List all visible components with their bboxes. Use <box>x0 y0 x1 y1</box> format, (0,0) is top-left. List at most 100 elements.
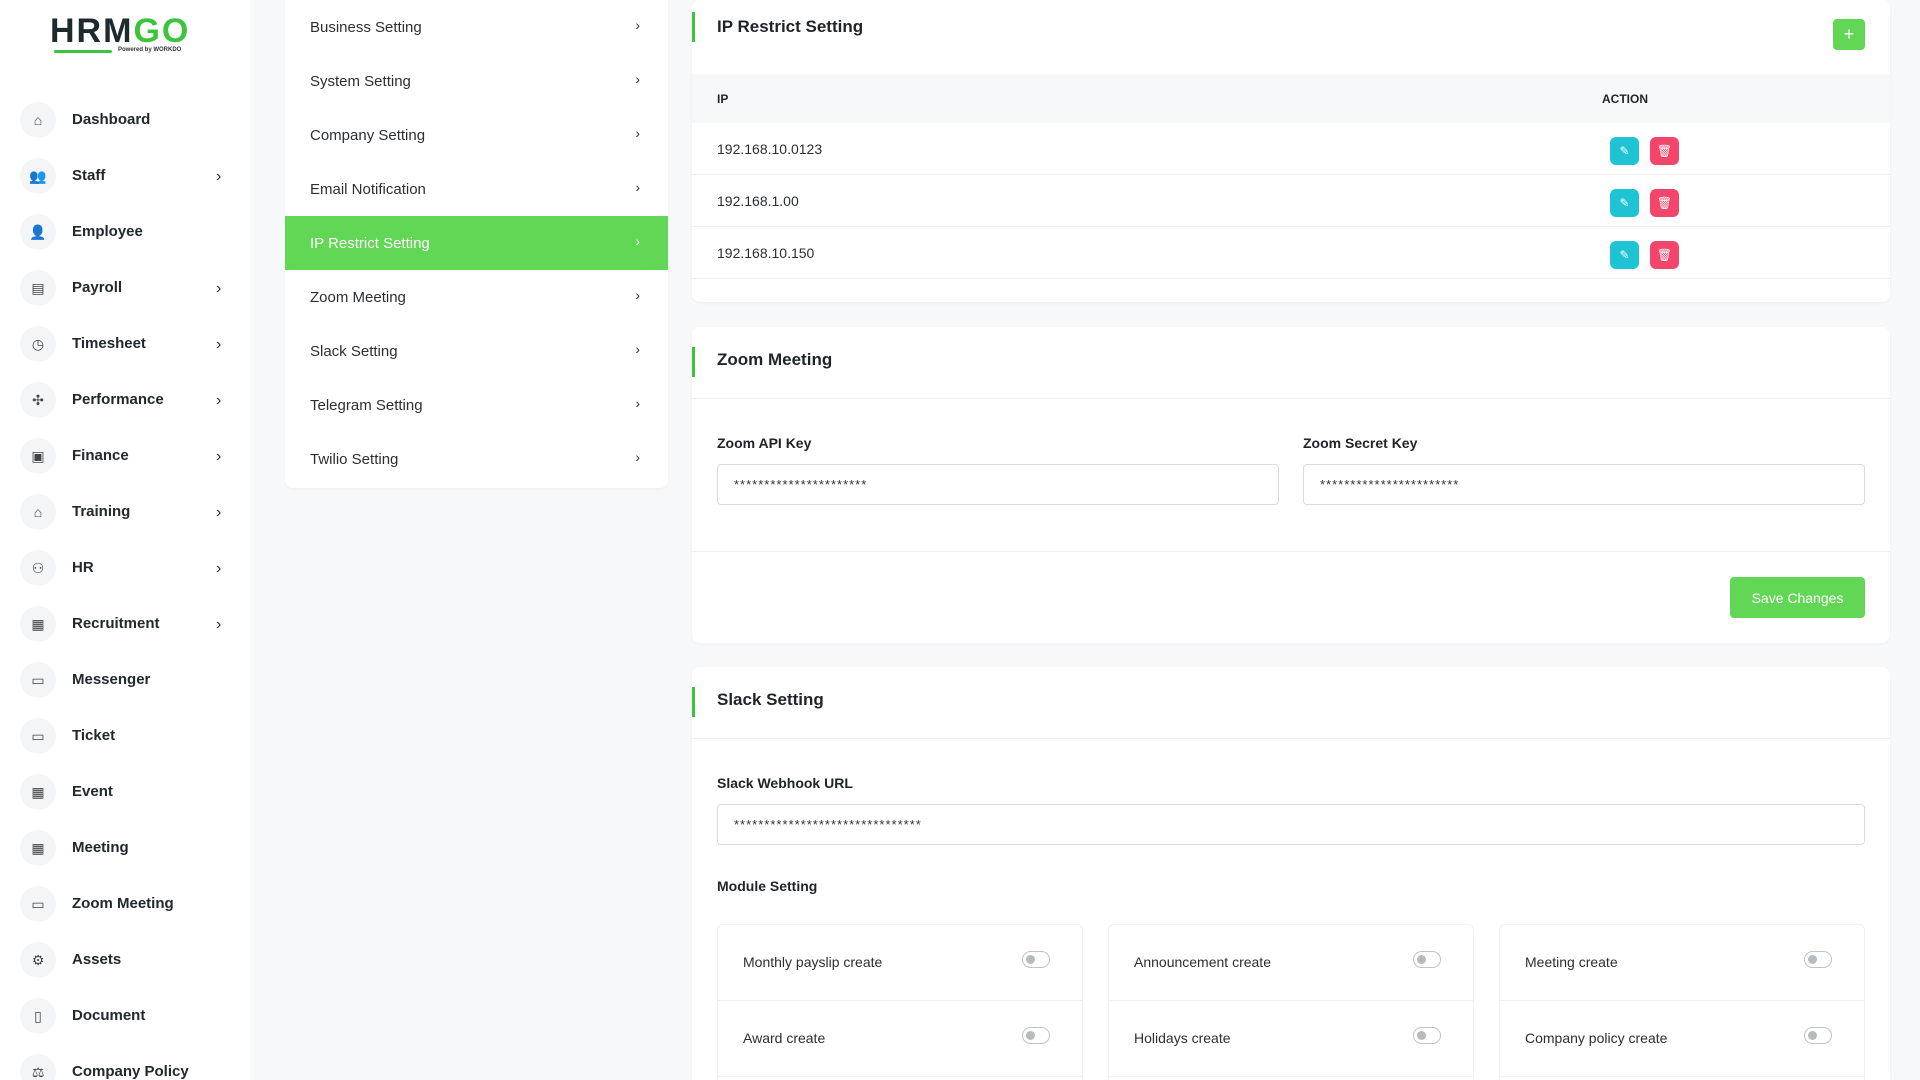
sidebar-item-hr[interactable]: ⚇ HR › <box>20 546 235 602</box>
submenu-item-ip-restrict-setting[interactable]: IP Restrict Setting › <box>285 216 668 270</box>
module-row: Holidays create <box>1109 1001 1473 1077</box>
submenu-item-slack-setting[interactable]: Slack Setting › <box>285 324 668 378</box>
slack-webhook-input[interactable] <box>717 804 1865 845</box>
submenu-item-label: Email Notification <box>310 180 426 198</box>
policy-icon: ⚖ <box>20 1054 56 1080</box>
card-header: IP Restrict Setting + <box>692 0 1890 74</box>
sidebar: HRMGO Powered by WORKDO ⌂ Dashboard 👥 Staff… <box>0 0 250 1080</box>
ip-table: IP ACTION 192.168.10.0123 ✎ 🗑 192.168.1.00 ✎… <box>692 74 1890 279</box>
submenu-item-label: Slack Setting <box>310 342 398 360</box>
logo-text: HRMGO <box>50 12 191 50</box>
module-toggle[interactable] <box>1804 951 1832 968</box>
users-icon: 👥 <box>20 158 56 194</box>
module-column: Announcement create Holidays create <box>1108 924 1474 1080</box>
sidebar-item-timesheet[interactable]: ◷ Timesheet › <box>20 322 235 378</box>
sidebar-item-label: Document <box>72 1007 146 1024</box>
video-icon: ▭ <box>20 662 56 698</box>
module-toggle[interactable] <box>1022 951 1050 968</box>
sidebar-item-label: Recruitment <box>72 615 160 632</box>
sidebar-item-label: Event <box>72 783 113 800</box>
sidebar-item-training[interactable]: ⌂ Training › <box>20 490 235 546</box>
submenu-item-twilio-setting[interactable]: Twilio Setting › <box>285 432 668 486</box>
submenu-item-label: System Setting <box>310 72 411 90</box>
accent-bar <box>692 687 695 717</box>
column-header-action: ACTION <box>1602 92 1648 106</box>
chevron-right-icon: › <box>216 336 222 353</box>
sidebar-item-finance[interactable]: ▣ Finance › <box>20 434 235 490</box>
sidebar-item-payroll[interactable]: ▤ Payroll › <box>20 266 235 322</box>
slack-setting-card: Slack Setting Slack Webhook URL Module S… <box>692 667 1890 1080</box>
delete-button[interactable]: 🗑 <box>1650 137 1679 165</box>
sidebar-item-staff[interactable]: 👥 Staff › <box>20 154 235 210</box>
sidebar-item-event[interactable]: ▦ Event <box>20 770 235 826</box>
module-label: Meeting create <box>1525 954 1618 970</box>
sidebar-item-company-policy[interactable]: ⚖ Company Policy <box>20 1050 235 1080</box>
table-row: 192.168.10.0123 ✎ 🗑 <box>692 123 1890 175</box>
card-title: Slack Setting <box>717 690 824 709</box>
sidebar-item-messenger[interactable]: ▭ Messenger <box>20 658 235 714</box>
card-header: Zoom Meeting <box>692 327 1890 399</box>
trash-icon: 🗑 <box>1656 196 1673 210</box>
chevron-right-icon: › <box>216 504 222 521</box>
zoom-api-key-input[interactable] <box>717 464 1279 505</box>
submenu-item-company-setting[interactable]: Company Setting › <box>285 108 668 162</box>
zoom-api-key-label: Zoom API Key <box>717 435 812 451</box>
calendar-time-icon: ▦ <box>20 830 56 866</box>
document-icon: ▯ <box>20 998 56 1034</box>
pencil-icon: ✎ <box>1619 196 1630 210</box>
sidebar-item-label: Meeting <box>72 839 129 856</box>
edit-button[interactable]: ✎ <box>1610 241 1639 269</box>
edit-button[interactable]: ✎ <box>1610 137 1639 165</box>
sidebar-item-employee[interactable]: 👤 Employee <box>20 210 235 266</box>
sidebar-nav: ⌂ Dashboard 👥 Staff › 👤 Employee ▤ Payroll › ◷ Time… <box>20 98 235 1080</box>
chevron-right-icon: › <box>635 287 640 303</box>
zoom-secret-key-input[interactable] <box>1303 464 1865 505</box>
module-toggle[interactable] <box>1413 1027 1441 1044</box>
submenu-item-telegram-setting[interactable]: Telegram Setting › <box>285 378 668 432</box>
sidebar-item-label: Staff <box>72 167 106 184</box>
logo-subtitle: Powered by WORKDO <box>118 47 182 53</box>
sidebar-item-assets[interactable]: ⚙ Assets <box>20 938 235 994</box>
card-title: IP Restrict Setting <box>717 17 864 36</box>
module-toggle[interactable] <box>1413 951 1441 968</box>
ticket-icon: ▭ <box>20 718 56 754</box>
sidebar-item-label: Finance <box>72 447 129 464</box>
submenu-item-label: Zoom Meeting <box>310 288 406 306</box>
submenu-item-business-setting[interactable]: Business Setting › <box>285 0 668 54</box>
module-toggle[interactable] <box>1804 1027 1832 1044</box>
submenu-item-zoom-meeting[interactable]: Zoom Meeting › <box>285 270 668 324</box>
sidebar-item-label: HR <box>72 559 94 576</box>
sidebar-item-zoom-meeting[interactable]: ▭ Zoom Meeting <box>20 882 235 938</box>
sidebar-item-label: Dashboard <box>72 111 151 128</box>
ip-restrict-card: IP Restrict Setting + IP ACTION 192.168.… <box>692 0 1890 302</box>
accent-bar <box>692 12 695 42</box>
table-row: 192.168.10.150 ✎ 🗑 <box>692 227 1890 279</box>
sidebar-item-ticket[interactable]: ▭ Ticket <box>20 714 235 770</box>
chevron-right-icon: › <box>216 168 222 185</box>
submenu-item-system-setting[interactable]: System Setting › <box>285 54 668 108</box>
submenu-item-email-notification[interactable]: Email Notification › <box>285 162 668 216</box>
sidebar-item-performance[interactable]: ✣ Performance › <box>20 378 235 434</box>
delete-button[interactable]: 🗑 <box>1650 241 1679 269</box>
brand-logo[interactable]: HRMGO Powered by WORKDO <box>50 14 210 56</box>
column-header-ip: IP <box>717 92 729 106</box>
delete-button[interactable]: 🗑 <box>1650 189 1679 217</box>
add-ip-button[interactable]: + <box>1833 19 1865 50</box>
module-row: Company policy create <box>1500 1001 1864 1077</box>
sidebar-item-label: Company Policy <box>72 1063 189 1080</box>
table-header: IP ACTION <box>692 74 1890 123</box>
sidebar-item-meeting[interactable]: ▦ Meeting <box>20 826 235 882</box>
sidebar-item-label: Payroll <box>72 279 123 296</box>
sidebar-item-document[interactable]: ▯ Document <box>20 994 235 1050</box>
card-title: Zoom Meeting <box>717 350 833 369</box>
home-icon: ⌂ <box>20 102 56 138</box>
sidebar-item-recruitment[interactable]: ▦ Recruitment › <box>20 602 235 658</box>
module-toggle[interactable] <box>1022 1027 1050 1044</box>
sidebar-item-dashboard[interactable]: ⌂ Dashboard <box>20 98 235 154</box>
ip-address: 192.168.10.0123 <box>717 141 823 157</box>
gear-icon: ⚙ <box>20 942 56 978</box>
submenu-item-label: Twilio Setting <box>310 450 399 468</box>
edit-button[interactable]: ✎ <box>1610 189 1639 217</box>
accent-bar <box>692 347 695 377</box>
save-changes-button[interactable]: Save Changes <box>1730 577 1865 618</box>
